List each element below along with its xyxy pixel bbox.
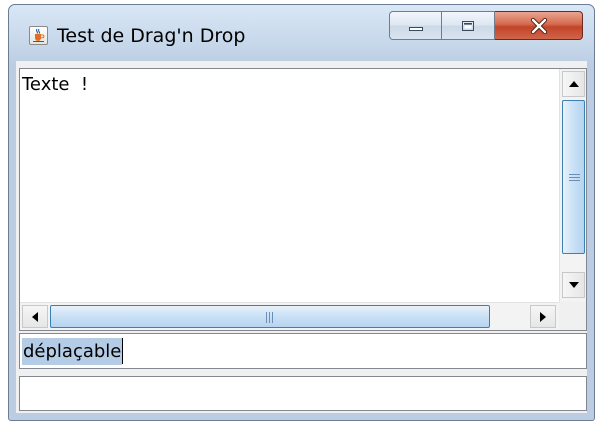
app-window: Test de Drag'n Drop Texte ! déplaçable (8, 4, 595, 421)
scroll-up-button[interactable] (562, 71, 585, 97)
minimize-icon (408, 26, 423, 31)
java-coffee-cup-icon (29, 26, 48, 45)
window-content: Texte ! déplaçable (16, 61, 587, 413)
horizontal-scrollbar[interactable] (20, 302, 559, 330)
title-bar[interactable]: Test de Drag'n Drop (9, 5, 594, 61)
scroll-down-button[interactable] (562, 272, 585, 298)
grip-icon (569, 174, 580, 181)
minimize-button[interactable] (389, 11, 442, 40)
vertical-scrollbar[interactable] (559, 69, 586, 302)
scroll-right-button[interactable] (530, 305, 556, 328)
arrow-down-icon (568, 282, 579, 288)
close-icon (530, 17, 547, 34)
drag-text-field-value: déplaçable (22, 338, 123, 365)
drag-text-field[interactable]: déplaçable (19, 333, 587, 369)
grip-icon (266, 312, 273, 323)
maximize-icon (462, 20, 474, 31)
drop-text-field[interactable] (19, 376, 587, 411)
vertical-scroll-thumb[interactable] (562, 100, 585, 254)
scroll-left-button[interactable] (22, 305, 48, 328)
horizontal-scroll-thumb[interactable] (50, 305, 490, 328)
arrow-left-icon (32, 311, 38, 322)
maximize-button[interactable] (442, 11, 495, 40)
text-cursor (122, 338, 123, 364)
arrow-right-icon (540, 311, 546, 322)
arrow-up-icon (568, 81, 579, 87)
text-scroll-pane: Texte ! (19, 68, 587, 331)
close-button[interactable] (495, 11, 583, 40)
text-area[interactable]: Texte ! (20, 69, 559, 302)
window-title: Test de Drag'n Drop (57, 25, 246, 47)
text-area-content: Texte ! (22, 74, 89, 95)
scrollbar-corner (559, 302, 586, 330)
